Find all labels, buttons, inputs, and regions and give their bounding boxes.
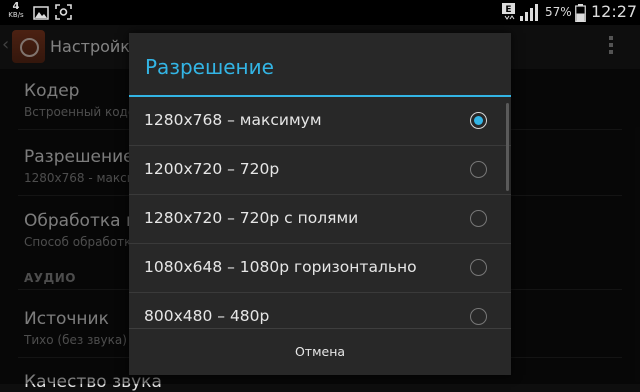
radio-unselected-icon[interactable]	[470, 210, 487, 227]
radio-unselected-icon[interactable]	[470, 259, 487, 276]
resolution-option[interactable]: 1280x768 – максимум	[129, 97, 511, 145]
option-label: 800x480 – 480p	[144, 307, 270, 325]
resolution-option[interactable]: 1280x720 – 720p с полями	[129, 195, 511, 243]
battery-icon	[575, 4, 586, 26]
resolution-option[interactable]: 1080x648 – 1080p горизонтально	[129, 244, 511, 292]
clock: 12:27	[591, 2, 638, 21]
dialog-title: Разрешение	[145, 55, 274, 79]
option-label: 1080x648 – 1080p горизонтально	[144, 258, 417, 276]
signal-icon	[520, 4, 540, 25]
radio-unselected-icon[interactable]	[470, 161, 487, 178]
battery-percent: 57%	[545, 5, 572, 19]
network-type-label: E	[505, 5, 511, 15]
network-speed-unit: KB/s	[8, 11, 24, 19]
network-speed-indicator: 4 KB/s	[5, 2, 27, 20]
resolution-option[interactable]: 1200x720 – 720p	[129, 146, 511, 194]
resolution-options-list[interactable]: 1280x768 – максимум 1200x720 – 720p 1280…	[129, 97, 511, 328]
radio-unselected-icon[interactable]	[470, 308, 487, 325]
option-label: 1200x720 – 720p	[144, 160, 280, 178]
resolution-option[interactable]: 800x480 – 480p	[129, 293, 511, 328]
option-label: 1280x768 – максимум	[144, 111, 322, 129]
option-label: 1280x720 – 720p с полями	[144, 209, 359, 227]
network-type-icon: E	[502, 3, 515, 21]
resolution-dialog: Разрешение 1280x768 – максимум 1200x720 …	[129, 33, 511, 375]
cancel-button[interactable]: Отмена	[129, 329, 511, 375]
status-bar: 4 KB/s E 57% 12:27	[0, 0, 640, 25]
radio-selected-icon[interactable]	[470, 112, 487, 129]
network-speed-value: 4	[12, 1, 20, 12]
image-icon	[33, 5, 49, 24]
screenshot-icon	[55, 4, 72, 24]
list-scrollbar[interactable]	[506, 103, 509, 191]
